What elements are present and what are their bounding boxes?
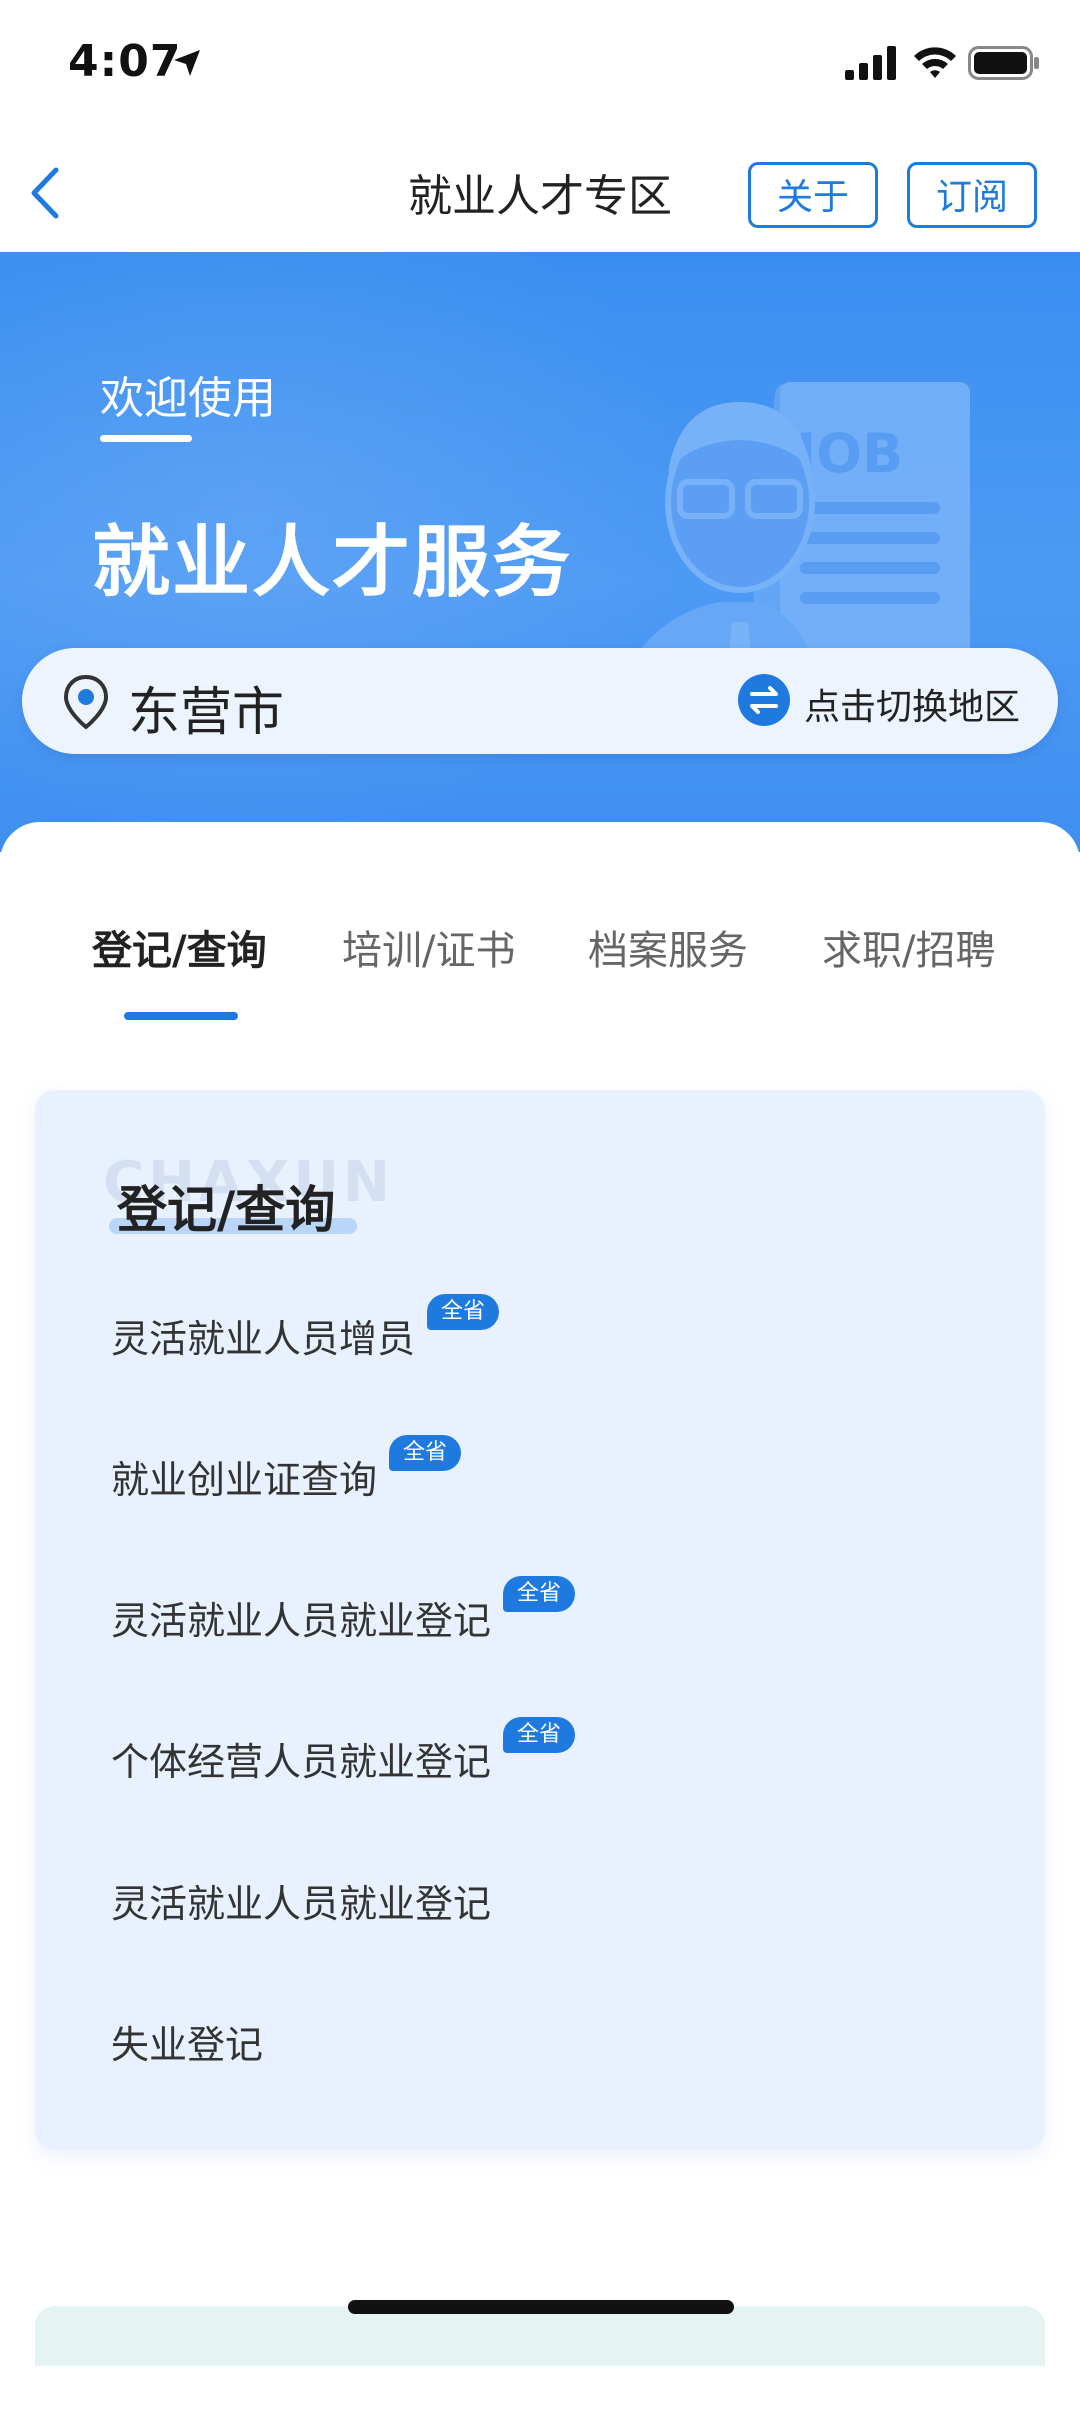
about-button[interactable]: 关于 [748,162,878,228]
tab-archive-service[interactable]: 档案服务 [588,918,748,976]
location-selector[interactable]: 东营市 点击切换地区 [22,648,1058,754]
tab-register-query[interactable]: 登记/查询 [92,918,267,976]
location-pin-icon [62,674,110,734]
list-item-label: 灵活就业人员就业登记 [111,1599,492,1643]
active-tab-indicator [124,1012,238,1020]
list-item-label: 失业登记 [111,2023,264,2067]
next-section-card [35,2306,1045,2366]
hero-banner: 欢迎使用 就业人才服务 JOB [0,252,1080,852]
subscribe-button[interactable]: 订阅 [907,162,1037,228]
list-item[interactable]: 就业创业证查询全省 [111,1435,462,1504]
location-arrow-icon [172,48,202,82]
list-item-label: 就业创业证查询 [111,1458,378,1502]
scope-badge: 全省 [427,1294,500,1330]
list-item-label: 灵活就业人员就业登记 [111,1882,492,1926]
category-tabs: 登记/查询 培训/证书 档案服务 求职/招聘 [0,918,1080,978]
home-indicator[interactable] [348,2300,734,2314]
list-item[interactable]: 灵活就业人员就业登记全省 [111,1576,576,1645]
scope-badge: 全省 [389,1435,462,1471]
tab-job-recruitment[interactable]: 求职/招聘 [822,918,995,976]
scope-badge: 全省 [503,1576,576,1612]
current-city: 东营市 [128,683,285,743]
welcome-text: 欢迎使用 [100,373,276,424]
nav-bar: 就业人才专区 关于 订阅 [0,130,1080,254]
status-bar: 4:07 [0,0,1080,130]
list-item[interactable]: 灵活就业人员就业登记 [111,1873,491,1928]
page-title: 就业人才专区 [408,171,672,222]
wifi-icon [912,44,958,84]
back-chevron-icon[interactable] [18,158,78,228]
list-item[interactable]: 失业登记 [111,2014,263,2069]
list-item-label: 个体经营人员就业登记 [111,1740,492,1784]
welcome-underline [100,435,192,442]
switch-region-link[interactable]: 点击切换地区 [804,678,1020,730]
status-time: 4:07 [68,36,182,87]
register-query-panel: CHAXUN 登记/查询 灵活就业人员增员全省 就业创业证查询全省 灵活就业人员… [35,1090,1045,2150]
cellular-signal-icon [845,46,899,84]
scope-badge: 全省 [503,1717,576,1753]
list-item-label: 灵活就业人员增员 [111,1317,416,1361]
list-item[interactable]: 个体经营人员就业登记全省 [111,1717,576,1786]
main-content: 登记/查询 培训/证书 档案服务 求职/招聘 CHAXUN 登记/查询 灵活就业… [0,822,1080,2422]
hero-heading: 就业人才服务 [92,518,573,608]
list-item[interactable]: 灵活就业人员增员全省 [111,1294,500,1363]
battery-icon [968,46,1040,84]
panel-title: 登记/查询 [117,1181,336,1239]
tab-training-certificate[interactable]: 培训/证书 [342,918,515,976]
swap-arrows-icon[interactable] [738,674,790,726]
